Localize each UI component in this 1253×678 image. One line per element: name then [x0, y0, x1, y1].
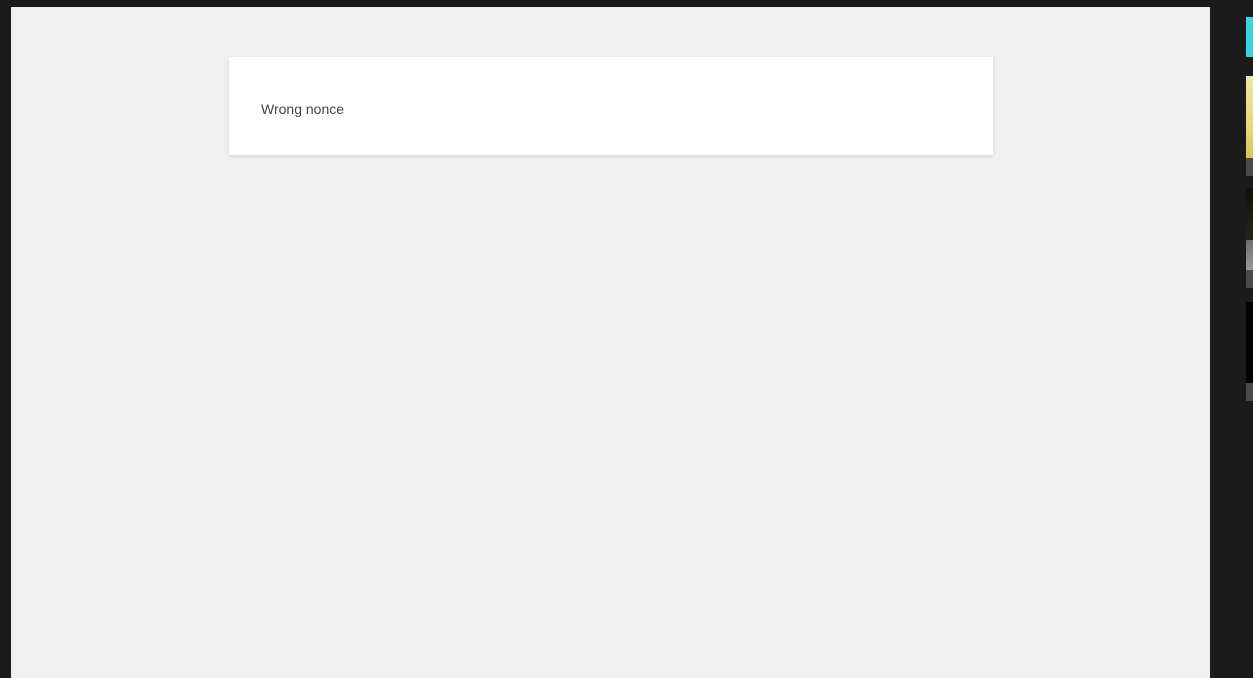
- thumbnail-yellow[interactable]: [1246, 76, 1253, 158]
- thumbnail-cyan[interactable]: [1246, 17, 1253, 57]
- thumbnail-strip: [1246, 0, 1253, 678]
- thumbnail-caption-bar: [1246, 270, 1253, 288]
- error-notice: Wrong nonce: [229, 57, 993, 155]
- thumbnail-black[interactable]: [1246, 302, 1253, 383]
- thumbnail-caption-bar: [1246, 158, 1253, 176]
- page-content: Wrong nonce: [11, 7, 1210, 678]
- window-frame: Wrong nonce: [0, 0, 1253, 678]
- error-message: Wrong nonce: [261, 101, 345, 117]
- thumbnail-caption-bar: [1246, 383, 1253, 401]
- thumbnail-gray[interactable]: [1246, 240, 1253, 270]
- thumbnail-dark[interactable]: [1246, 188, 1253, 240]
